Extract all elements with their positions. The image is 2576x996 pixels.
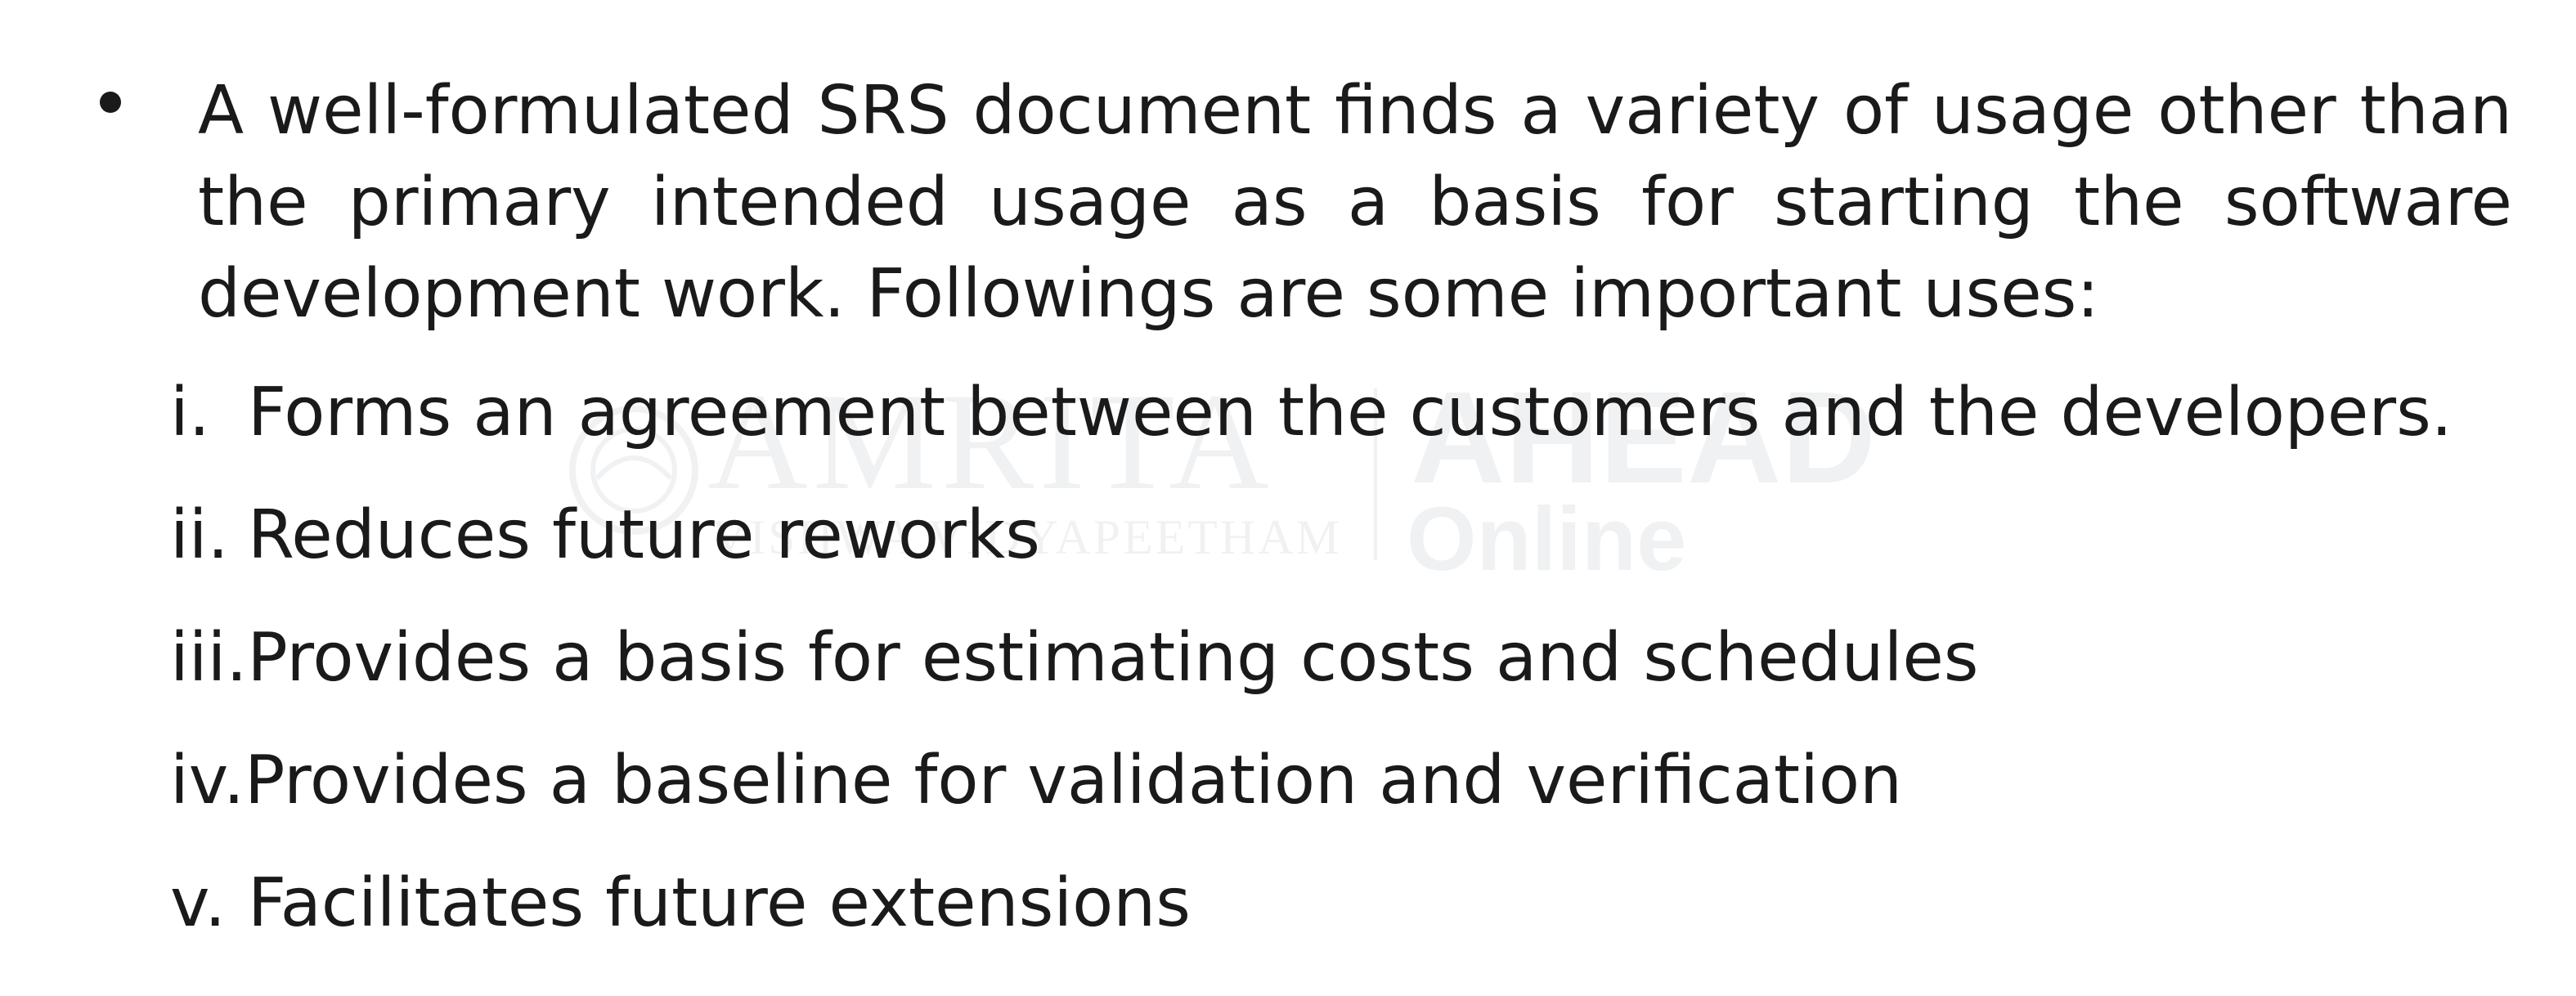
list-item: iv.Provides a baseline for validation an… xyxy=(170,736,2542,859)
list-item: v. Facilitates future extensions xyxy=(170,859,2542,981)
list-item-text: Reduces future reworks xyxy=(248,496,1040,574)
list-item-numeral: i. xyxy=(170,374,210,451)
list-item-text: Provides a baseline for validation and v… xyxy=(245,742,1902,819)
list-item: iii.Provides a basis for estimating cost… xyxy=(170,613,2542,736)
list-item-numeral: ii. xyxy=(170,496,229,574)
uses-list: i. Forms an agreement between the custome… xyxy=(170,368,2542,981)
list-item: ii. Reduces future reworks xyxy=(170,491,2542,613)
list-item: i. Forms an agreement between the custome… xyxy=(170,368,2542,491)
list-item-numeral: v. xyxy=(170,864,227,942)
list-item-numeral: iii. xyxy=(170,619,248,697)
list-item-text: Facilitates future extensions xyxy=(248,864,1191,942)
list-item-text: Provides a basis for estimating costs an… xyxy=(247,619,1979,697)
list-item-text: Forms an agreement between the customers… xyxy=(248,374,2453,451)
slide: AMRITA VISHWA VIDYAPEETHAM AHEAD Online … xyxy=(0,0,2576,996)
list-item-numeral: iv. xyxy=(170,742,245,819)
bullet-icon xyxy=(100,92,121,113)
intro-paragraph: A well-formulated SRS document finds a v… xyxy=(198,72,2512,333)
